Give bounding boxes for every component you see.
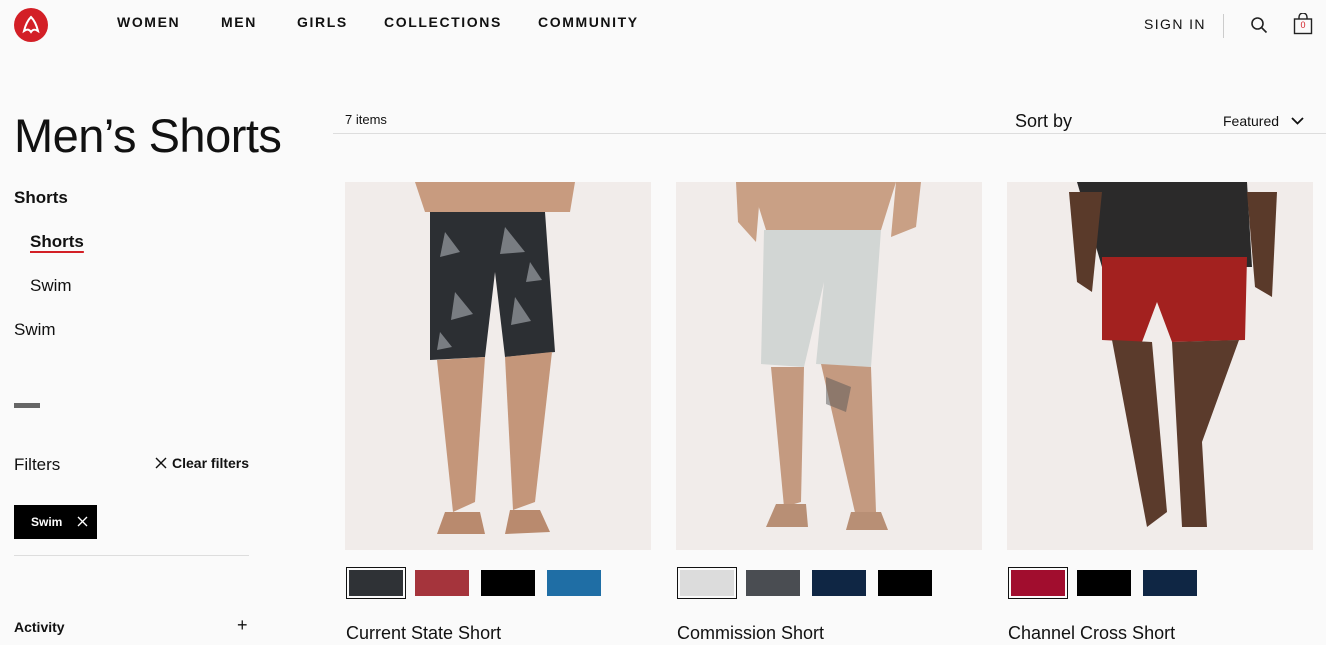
search-icon[interactable] — [1250, 16, 1268, 34]
lululemon-logo[interactable] — [14, 8, 48, 42]
nav-women[interactable]: WOMEN — [117, 14, 180, 30]
clear-filters-label: Clear filters — [172, 455, 250, 471]
sign-in-link[interactable]: SIGN IN — [1144, 16, 1206, 32]
nav-men[interactable]: MEN — [221, 14, 257, 30]
color-swatch[interactable] — [481, 570, 535, 596]
sort-label: Sort by — [1015, 111, 1073, 131]
product-card: Current State Short — [345, 182, 651, 643]
header-divider — [1223, 14, 1224, 38]
color-swatch[interactable] — [812, 570, 866, 596]
bag-count: 0 — [1300, 20, 1306, 30]
product-card: Commission Short — [676, 182, 982, 643]
product-name[interactable]: Current State Short — [346, 623, 501, 644]
category-swim[interactable]: Swim — [14, 320, 56, 340]
product-name[interactable]: Channel Cross Short — [1008, 623, 1175, 644]
nav-girls[interactable]: GIRLS — [297, 14, 348, 30]
active-filter-chip[interactable]: Swim — [14, 505, 97, 539]
color-swatch[interactable] — [547, 570, 601, 596]
color-swatch[interactable] — [878, 570, 932, 596]
shopping-bag-icon[interactable]: 0 — [1293, 12, 1313, 35]
sort-select[interactable]: Featured — [1223, 113, 1304, 129]
color-swatch[interactable] — [1008, 567, 1068, 599]
clear-filters-button[interactable]: Clear filters — [155, 455, 249, 471]
remove-filter-icon[interactable] — [77, 516, 88, 527]
product-card: Channel Cross Short — [1007, 182, 1313, 643]
subcategory-swim[interactable]: Swim — [30, 276, 72, 296]
color-swatch[interactable] — [346, 567, 406, 599]
color-swatch[interactable] — [1077, 570, 1131, 596]
category-shorts[interactable]: Shorts — [14, 188, 68, 208]
product-image[interactable] — [345, 182, 651, 550]
color-swatch[interactable] — [677, 567, 737, 599]
plus-icon[interactable]: + — [237, 615, 248, 636]
sidebar-divider — [14, 555, 249, 556]
logo-mark-icon — [22, 15, 40, 34]
color-swatch[interactable] — [415, 570, 469, 596]
color-swatch[interactable] — [746, 570, 800, 596]
sort-value: Featured — [1223, 113, 1280, 129]
collapse-toggle[interactable] — [14, 403, 40, 408]
filter-chip-label: Swim — [31, 515, 63, 529]
product-name[interactable]: Commission Short — [677, 623, 824, 644]
items-count: 7 items — [345, 112, 387, 127]
page-title: Men’s Shorts — [14, 109, 282, 162]
product-image[interactable] — [676, 182, 982, 550]
close-icon — [155, 457, 167, 469]
subcategory-shorts[interactable]: Shorts — [30, 232, 84, 252]
toolbar-divider — [333, 133, 1326, 134]
product-image[interactable] — [1007, 182, 1313, 550]
nav-collections[interactable]: COLLECTIONS — [384, 14, 502, 30]
color-swatch[interactable] — [1143, 570, 1197, 596]
nav-community[interactable]: COMMUNITY — [538, 14, 639, 30]
chevron-down-icon — [1291, 117, 1304, 125]
activity-filter-toggle[interactable]: Activity — [14, 619, 65, 635]
filters-label: Filters — [14, 455, 61, 474]
